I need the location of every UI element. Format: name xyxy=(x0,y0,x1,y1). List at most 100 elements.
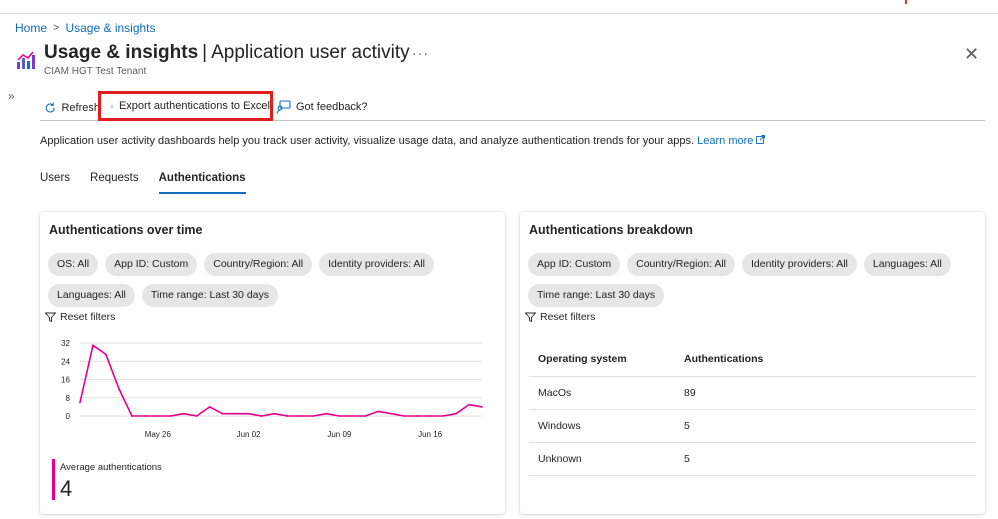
breakdown-table: Operating system Authentications MacOs 8… xyxy=(529,343,976,476)
breadcrumb-home[interactable]: Home xyxy=(15,21,47,35)
more-options-icon[interactable]: ··· xyxy=(412,45,429,61)
y-tick-label: 16 xyxy=(61,376,70,385)
expand-sidebar-icon[interactable]: » xyxy=(8,89,15,103)
filter-os[interactable]: OS: All xyxy=(48,253,99,276)
data-point xyxy=(481,405,483,408)
authentications-over-time-card: Authentications over time OS: All App ID… xyxy=(40,212,505,514)
y-tick-label: 8 xyxy=(66,394,71,403)
filter-time-range[interactable]: Time range: Last 30 days xyxy=(528,284,665,307)
os-cell: Unknown xyxy=(529,442,675,476)
x-tick-label: Jun 16 xyxy=(418,430,443,439)
card-title: Authentications breakdown xyxy=(529,223,693,237)
filter-app-id[interactable]: App ID: Custom xyxy=(105,253,198,276)
y-tick-label: 32 xyxy=(61,339,70,348)
data-point xyxy=(351,415,354,417)
filter-icon xyxy=(45,312,56,322)
filter-icon xyxy=(525,312,536,322)
data-point xyxy=(156,415,159,417)
authentications-line-chart: 32 24 16 8 0 May 26 Jun 02 Jun 09 Jun 16 xyxy=(61,339,483,439)
column-header-authentications: Authentications xyxy=(675,343,976,377)
tenant-name: CIAM HGT Test Tenant xyxy=(44,66,147,77)
breadcrumb-usage-insights[interactable]: Usage & insights xyxy=(65,21,155,35)
refresh-button[interactable]: Refresh xyxy=(40,97,100,119)
learn-more-link[interactable]: Learn more xyxy=(697,135,766,147)
feedback-icon xyxy=(276,100,291,114)
data-point xyxy=(92,344,94,347)
top-divider xyxy=(0,13,998,14)
count-cell: 5 xyxy=(675,442,976,476)
column-header-operating-system: Operating system xyxy=(529,343,675,377)
data-point xyxy=(286,415,289,417)
count-cell: 5 xyxy=(675,409,976,443)
data-point xyxy=(169,415,172,417)
breadcrumb: Home > Usage & insights xyxy=(15,21,156,35)
data-point xyxy=(299,415,302,417)
download-icon xyxy=(110,104,114,108)
filter-identity-providers[interactable]: Identity providers: All xyxy=(742,253,857,276)
data-point xyxy=(105,353,107,356)
description-text: Application user activity dashboards hel… xyxy=(40,135,695,147)
data-point xyxy=(79,401,81,404)
filter-country-region[interactable]: Country/Region: All xyxy=(627,253,736,276)
data-point xyxy=(455,412,457,415)
average-accent-bar xyxy=(52,459,55,500)
data-point xyxy=(338,415,341,417)
data-point xyxy=(429,415,432,417)
data-point xyxy=(247,412,250,415)
filter-app-id[interactable]: App ID: Custom xyxy=(528,253,621,276)
data-point xyxy=(442,415,444,417)
x-tick-label: Jun 09 xyxy=(327,430,352,439)
filter-languages[interactable]: Languages: All xyxy=(48,284,135,307)
chart-bars-icon xyxy=(17,51,35,69)
filter-identity-providers[interactable]: Identity providers: All xyxy=(319,253,435,276)
filter-languages[interactable]: Languages: All xyxy=(863,253,951,276)
data-point xyxy=(364,415,367,417)
filter-country-region[interactable]: Country/Region: All xyxy=(204,253,313,276)
x-tick-label: Jun 02 xyxy=(237,430,262,439)
authentications-breakdown-card: Authentications breakdown App ID: Custom… xyxy=(520,212,985,514)
page-description: Application user activity dashboards hel… xyxy=(40,135,766,147)
table-row: Unknown 5 xyxy=(529,442,976,476)
data-point xyxy=(377,410,380,413)
command-bar: Refresh Export authentications to Excel … xyxy=(40,91,985,121)
feedback-button[interactable]: Got feedback? xyxy=(276,96,368,118)
export-authentications-button[interactable]: Export authentications to Excel xyxy=(98,91,273,121)
data-point xyxy=(182,412,185,415)
data-point xyxy=(325,412,328,415)
data-point xyxy=(195,415,198,417)
data-point xyxy=(273,412,276,415)
data-point xyxy=(118,387,120,390)
data-point xyxy=(390,412,393,415)
close-icon[interactable]: ✕ xyxy=(964,44,979,65)
reset-filters-button[interactable]: Reset filters xyxy=(525,311,595,323)
count-cell: 89 xyxy=(675,376,976,410)
filter-pills: OS: All App ID: Custom Country/Region: A… xyxy=(48,253,488,307)
data-point xyxy=(312,415,315,417)
tab-users[interactable]: Users xyxy=(40,172,70,194)
reset-filters-button[interactable]: Reset filters xyxy=(45,311,115,323)
external-link-icon xyxy=(756,135,766,144)
page-title: Usage & insights | Application user activi… xyxy=(44,42,410,63)
os-cell: Windows xyxy=(529,409,675,443)
tab-requests[interactable]: Requests xyxy=(90,172,139,194)
table-row: MacOs 89 xyxy=(529,376,976,410)
table-row: Windows 5 xyxy=(529,409,976,443)
data-point xyxy=(143,415,146,417)
notification-marker xyxy=(905,0,907,4)
data-point xyxy=(416,415,419,417)
data-point xyxy=(234,412,237,415)
data-point xyxy=(403,415,406,417)
x-tick-label: May 26 xyxy=(145,430,172,439)
y-tick-label: 24 xyxy=(61,357,70,366)
y-tick-label: 0 xyxy=(66,412,71,421)
tab-authentications[interactable]: Authentications xyxy=(158,172,246,194)
data-point xyxy=(260,415,263,417)
data-point xyxy=(208,405,211,408)
breadcrumb-separator-icon: > xyxy=(53,22,60,34)
average-authentications-label: Average authentications xyxy=(60,462,162,473)
tab-list: Users Requests Authentications xyxy=(40,172,246,194)
filter-time-range[interactable]: Time range: Last 30 days xyxy=(141,284,278,307)
refresh-label: Refresh xyxy=(61,102,100,114)
card-title: Authentications over time xyxy=(49,223,203,237)
export-label: Export authentications to Excel xyxy=(118,100,270,112)
